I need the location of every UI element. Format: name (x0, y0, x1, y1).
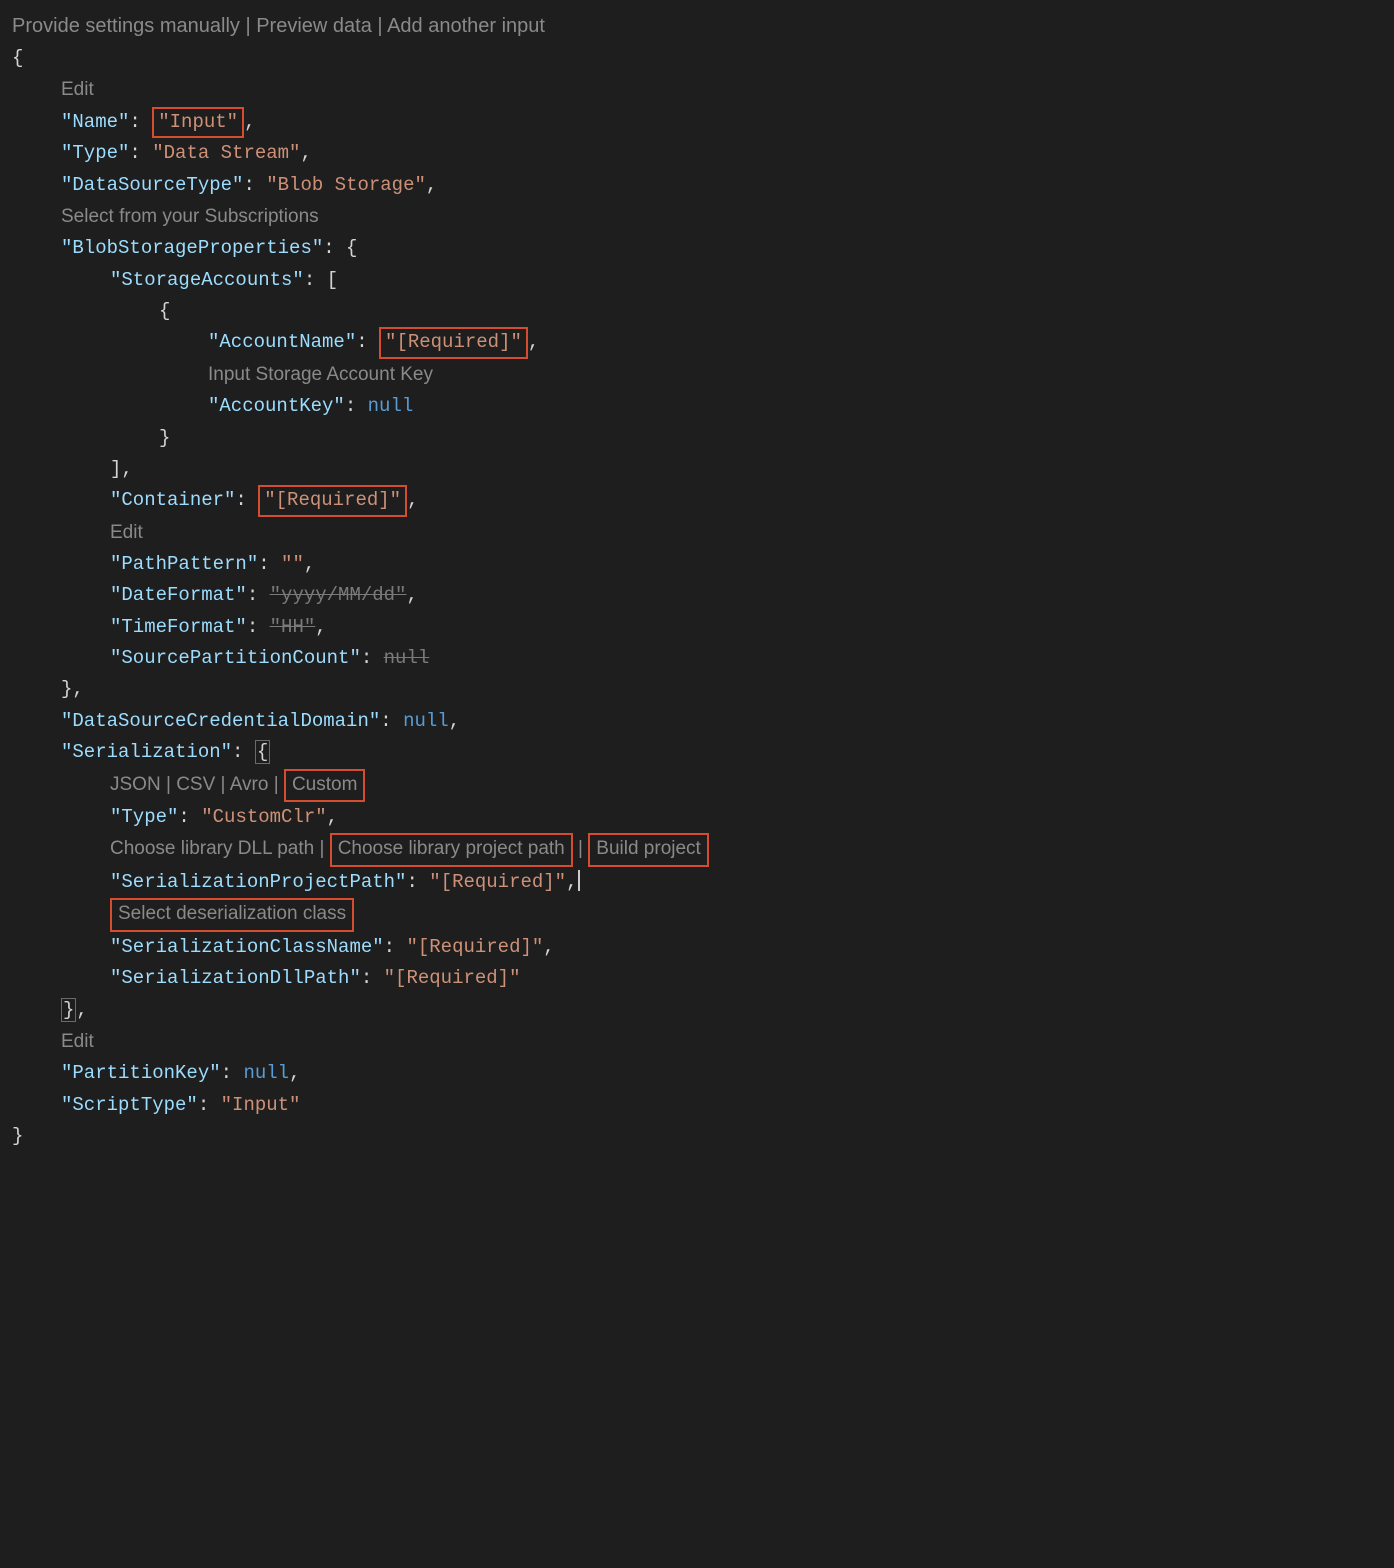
choose-dll-hint[interactable]: Choose library DLL path (110, 838, 314, 859)
build-project-box[interactable]: Build project (588, 833, 709, 867)
select-deserialization-class-box[interactable]: Select deserialization class (110, 898, 354, 932)
preview-data-link[interactable]: Preview data (256, 15, 372, 37)
add-input-link[interactable]: Add another input (387, 15, 545, 37)
partitionkey-value: null (243, 1062, 289, 1084)
scripttype-value: "Input" (221, 1094, 301, 1116)
format-custom-box[interactable]: Custom (284, 769, 365, 803)
dateformat-value: "yyyy/MM/dd" (270, 584, 407, 606)
top-links-bar: Provide settings manually | Preview data… (0, 0, 1394, 43)
container-value-box[interactable]: "[Required]" (258, 485, 407, 517)
edit-hint-2[interactable]: Edit (110, 522, 143, 543)
format-csv-link[interactable]: CSV (176, 774, 215, 795)
choose-project-path-box[interactable]: Choose library project path (330, 833, 573, 867)
sourcepartitioncount-value: null (384, 647, 430, 669)
datasourcetype-value: "Blob Storage" (266, 174, 426, 196)
serialization-formats-hint: JSON | CSV | Avro | (110, 774, 284, 795)
accountkey-value: null (368, 395, 414, 417)
pathpattern-value: "" (281, 553, 304, 575)
serialization-projectpath-value: "[Required]" (429, 871, 566, 893)
serialization-dllpath-value: "[Required]" (384, 967, 521, 989)
accountname-value-box[interactable]: "[Required]" (379, 327, 528, 359)
edit-hint-3[interactable]: Edit (61, 1031, 94, 1052)
type-value: "Data Stream" (152, 142, 300, 164)
serialization-type-value: "CustomClr" (201, 806, 326, 828)
text-cursor (578, 870, 580, 891)
input-storage-key-hint[interactable]: Input Storage Account Key (208, 364, 433, 385)
serialization-classname-value: "[Required]" (406, 936, 543, 958)
name-value-box[interactable]: "Input" (152, 107, 244, 139)
format-json-link[interactable]: JSON (110, 774, 161, 795)
provide-settings-link[interactable]: Provide settings manually (12, 15, 240, 37)
credentialdomain-value: null (403, 710, 449, 732)
timeformat-value: "HH" (270, 616, 316, 638)
json-editor[interactable]: { Edit "Name": "Input", "Type": "Data St… (0, 43, 1394, 1172)
edit-hint[interactable]: Edit (61, 79, 94, 100)
select-subscriptions-hint[interactable]: Select from your Subscriptions (61, 206, 319, 227)
format-avro-link[interactable]: Avro (230, 774, 269, 795)
